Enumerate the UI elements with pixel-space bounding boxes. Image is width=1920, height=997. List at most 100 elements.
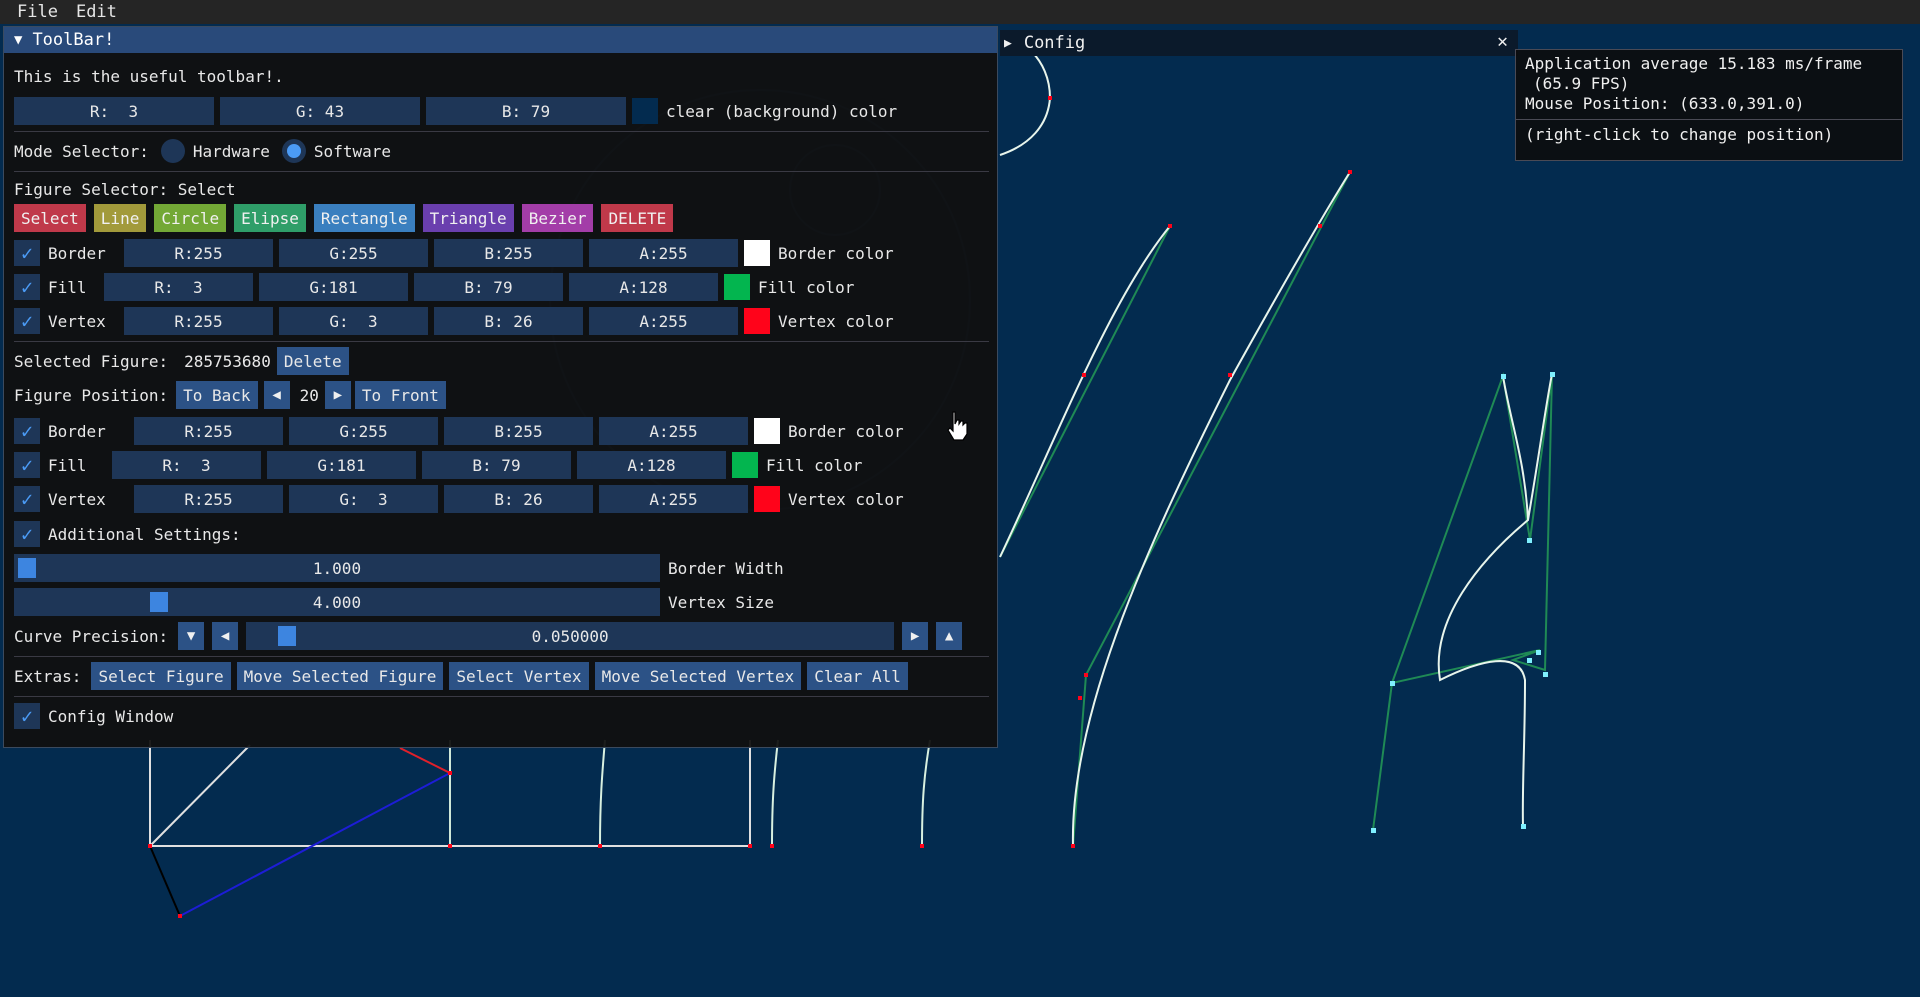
border-r-field[interactable]: R:255 bbox=[124, 239, 273, 267]
figure-border-label: Border bbox=[48, 421, 106, 441]
additional-settings-checkbox[interactable]: ✓ bbox=[14, 521, 40, 547]
clear-color-r-field[interactable]: R: 3 bbox=[14, 97, 214, 125]
position-increment-icon[interactable]: ▶ bbox=[324, 381, 351, 409]
circle-tool-button[interactable]: Circle bbox=[154, 204, 227, 232]
figure-fill-a-field[interactable]: A:128 bbox=[577, 451, 726, 479]
figure-border-color-swatch[interactable] bbox=[754, 418, 780, 444]
figure-vertex-checkbox[interactable]: ✓ bbox=[14, 486, 40, 512]
curve-precision-slider[interactable]: 0.050000 bbox=[246, 622, 895, 650]
to-back-button[interactable]: To Back bbox=[176, 381, 258, 409]
delete-figure-button[interactable]: Delete bbox=[276, 347, 349, 375]
figure-vertex-g-field[interactable]: G: 3 bbox=[289, 485, 438, 513]
border-checkbox[interactable]: ✓ bbox=[14, 240, 40, 266]
figure-vertex-a-field[interactable]: A:255 bbox=[599, 485, 748, 513]
select-figure-button[interactable]: Select Figure bbox=[91, 662, 231, 690]
elipse-tool-button[interactable]: Elipse bbox=[234, 204, 306, 232]
figure-rectangle[interactable] bbox=[149, 740, 751, 847]
select-tool-button[interactable]: Select bbox=[14, 204, 86, 232]
border-width-label: Border Width bbox=[668, 558, 784, 578]
toolbar-titlebar[interactable]: ▼ ToolBar! bbox=[4, 27, 997, 53]
fill-color-swatch[interactable] bbox=[724, 274, 750, 300]
extras-label: Extras: bbox=[14, 666, 82, 686]
vertex-b-field[interactable]: B: 26 bbox=[434, 307, 583, 335]
precision-up-icon[interactable]: ▲ bbox=[936, 622, 963, 650]
hardware-radio-label: Hardware bbox=[192, 141, 270, 161]
toolbar-title: ToolBar! bbox=[32, 30, 115, 50]
clear-color-b-field[interactable]: B: 79 bbox=[426, 97, 626, 125]
border-width-slider[interactable]: 1.000 bbox=[14, 554, 660, 582]
line-tool-button[interactable]: Line bbox=[93, 204, 147, 232]
vertex-size-slider-grab[interactable] bbox=[150, 592, 168, 612]
precision-down-icon[interactable]: ▼ bbox=[178, 622, 205, 650]
stats-overlay[interactable]: Application average 15.183 ms/frame (65.… bbox=[1515, 49, 1903, 161]
menu-edit[interactable]: Edit bbox=[67, 2, 126, 22]
fill-a-field[interactable]: A:128 bbox=[569, 273, 718, 301]
precision-left-icon[interactable]: ◀ bbox=[212, 622, 239, 650]
figure-bezier-long-2[interactable] bbox=[1071, 171, 1351, 847]
clear-all-button[interactable]: Clear All bbox=[807, 662, 908, 690]
menu-file[interactable]: File bbox=[0, 2, 67, 22]
vertex-r-field[interactable]: R:255 bbox=[124, 307, 273, 335]
vertex-g-field[interactable]: G: 3 bbox=[279, 307, 428, 335]
figure-vertex-label: Vertex bbox=[48, 489, 106, 509]
software-radio[interactable] bbox=[281, 139, 306, 163]
vertex-checkbox[interactable]: ✓ bbox=[14, 308, 40, 334]
vertex-color-swatch[interactable] bbox=[744, 308, 770, 334]
fill-r-field[interactable]: R: 3 bbox=[104, 273, 253, 301]
to-front-button[interactable]: To Front bbox=[354, 381, 446, 409]
vertex-label: Vertex bbox=[48, 311, 106, 331]
collapse-arrow-icon[interactable]: ▼ bbox=[14, 32, 22, 48]
fill-b-field[interactable]: B: 79 bbox=[414, 273, 563, 301]
figure-border-r-field[interactable]: R:255 bbox=[134, 417, 283, 445]
collapse-arrow-icon[interactable]: ▶ bbox=[1004, 36, 1012, 51]
hand-cursor-icon bbox=[947, 411, 968, 441]
figure-selector-label: Figure Selector: Select bbox=[14, 179, 236, 199]
figure-fill-g-field[interactable]: G:181 bbox=[267, 451, 416, 479]
figure-triangle[interactable] bbox=[149, 747, 451, 917]
border-width-slider-grab[interactable] bbox=[18, 558, 36, 578]
divider bbox=[14, 696, 989, 697]
figure-border-color-label: Border color bbox=[788, 421, 904, 441]
figure-bezier-right[interactable] bbox=[1372, 372, 1553, 831]
selected-figure-id: 285753680 bbox=[184, 351, 271, 371]
border-b-field[interactable]: B:255 bbox=[434, 239, 583, 267]
bezier-tool-button[interactable]: Bezier bbox=[521, 204, 594, 232]
move-selected-vertex-button[interactable]: Move Selected Vertex bbox=[594, 662, 802, 690]
fill-g-field[interactable]: G:181 bbox=[259, 273, 408, 301]
clear-color-g-field[interactable]: G: 43 bbox=[220, 97, 420, 125]
vertex-a-field[interactable]: A:255 bbox=[589, 307, 738, 335]
border-color-swatch[interactable] bbox=[744, 240, 770, 266]
select-vertex-button[interactable]: Select Vertex bbox=[449, 662, 589, 690]
triangle-tool-button[interactable]: Triangle bbox=[422, 204, 514, 232]
figure-bezier-long-1[interactable] bbox=[999, 225, 1171, 558]
rectangle-tool-button[interactable]: Rectangle bbox=[313, 204, 415, 232]
figure-vertex-b-field[interactable]: B: 26 bbox=[444, 485, 593, 513]
vertex-size-slider[interactable]: 4.000 bbox=[14, 588, 660, 616]
figure-fill-r-field[interactable]: R: 3 bbox=[112, 451, 261, 479]
figure-fill-b-field[interactable]: B: 79 bbox=[422, 451, 571, 479]
close-icon[interactable]: ✕ bbox=[1497, 31, 1508, 52]
delete-tool-button[interactable]: DELETE bbox=[601, 204, 674, 232]
config-window-checkbox[interactable]: ✓ bbox=[14, 703, 40, 729]
border-color-label: Border color bbox=[778, 243, 894, 263]
divider bbox=[14, 341, 989, 342]
precision-right-icon[interactable]: ▶ bbox=[902, 622, 929, 650]
border-g-field[interactable]: G:255 bbox=[279, 239, 428, 267]
config-window-titlebar[interactable]: ▶ Config ✕ bbox=[1000, 30, 1518, 56]
hardware-radio[interactable] bbox=[160, 139, 185, 163]
move-selected-figure-button[interactable]: Move Selected Figure bbox=[236, 662, 444, 690]
figure-vertex-r-field[interactable]: R:255 bbox=[134, 485, 283, 513]
figure-border-g-field[interactable]: G:255 bbox=[289, 417, 438, 445]
figure-fill-color-swatch[interactable] bbox=[732, 452, 758, 478]
curve-precision-slider-grab[interactable] bbox=[278, 626, 297, 646]
border-a-field[interactable]: A:255 bbox=[589, 239, 738, 267]
figure-border-b-field[interactable]: B:255 bbox=[444, 417, 593, 445]
figure-vertex-color-swatch[interactable] bbox=[754, 486, 780, 512]
position-decrement-icon[interactable]: ◀ bbox=[263, 381, 290, 409]
overlay-hint-text: (right-click to change position) bbox=[1525, 125, 1834, 144]
clear-color-swatch[interactable] bbox=[632, 98, 658, 124]
figure-border-checkbox[interactable]: ✓ bbox=[14, 418, 40, 444]
figure-fill-checkbox[interactable]: ✓ bbox=[14, 452, 40, 478]
fill-checkbox[interactable]: ✓ bbox=[14, 274, 40, 300]
figure-border-a-field[interactable]: A:255 bbox=[599, 417, 748, 445]
